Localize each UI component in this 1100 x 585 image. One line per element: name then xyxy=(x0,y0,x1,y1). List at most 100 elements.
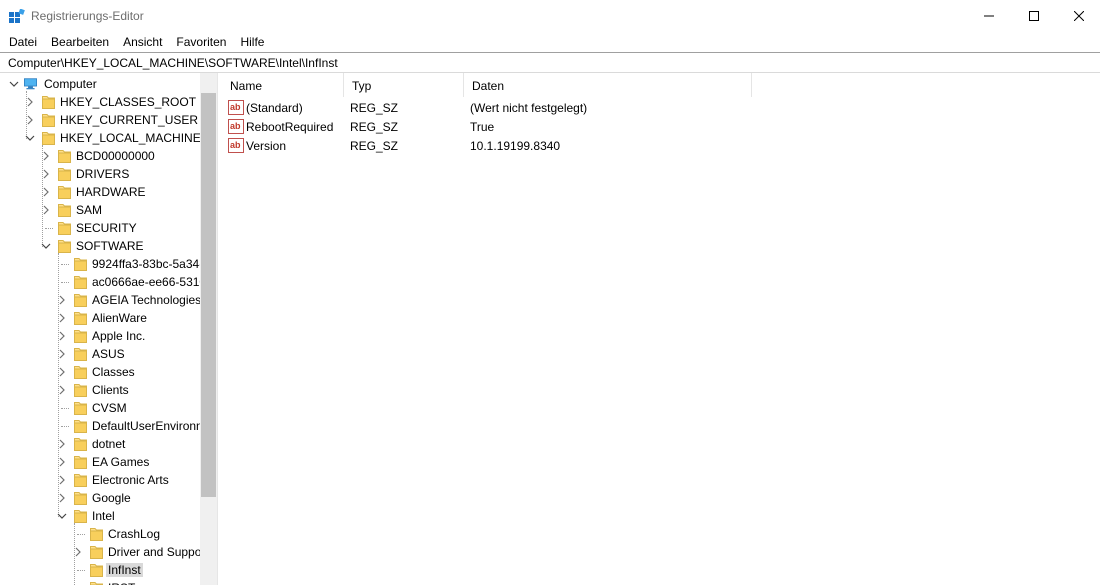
minimize-button[interactable] xyxy=(966,0,1012,32)
chevron-right-icon[interactable] xyxy=(41,169,51,179)
menu-bar: Datei Bearbeiten Ansicht Favoriten Hilfe xyxy=(0,32,1100,52)
tree-item[interactable]: HKEY_LOCAL_MACHINE xyxy=(0,129,200,147)
chevron-right-icon[interactable] xyxy=(57,439,67,449)
menu-datei[interactable]: Datei xyxy=(2,32,44,52)
tree-item[interactable]: DRIVERS xyxy=(0,165,200,183)
folder-icon xyxy=(74,492,87,505)
tree-scrollbar[interactable] xyxy=(200,73,217,585)
string-value-icon: ab xyxy=(228,100,244,115)
folder-icon xyxy=(74,420,87,433)
folder-icon xyxy=(58,186,71,199)
tree-item-label: HKEY_LOCAL_MACHINE xyxy=(60,131,200,145)
tree-item[interactable]: SOFTWARE xyxy=(0,237,200,255)
tree-item[interactable]: AGEIA Technologies xyxy=(0,291,200,309)
tree-item-label: Clients xyxy=(92,383,129,397)
chevron-down-icon[interactable] xyxy=(9,79,19,89)
tree-item[interactable]: ASUS xyxy=(0,345,200,363)
tree-item[interactable]: InfInst xyxy=(0,561,200,579)
tree-item[interactable]: DefaultUserEnvironn xyxy=(0,417,200,435)
close-button[interactable] xyxy=(1056,0,1100,32)
chevron-right-icon[interactable] xyxy=(57,295,67,305)
chevron-right-icon[interactable] xyxy=(57,475,67,485)
chevron-right-icon[interactable] xyxy=(57,493,67,503)
value-type: REG_SZ xyxy=(350,139,399,153)
tree-item[interactable]: HKEY_CURRENT_USER xyxy=(0,111,200,129)
chevron-right-icon[interactable] xyxy=(41,205,51,215)
chevron-right-icon[interactable] xyxy=(41,151,51,161)
tree-item[interactable]: Electronic Arts xyxy=(0,471,200,489)
menu-hilfe[interactable]: Hilfe xyxy=(233,32,271,52)
tree-item-label: Apple Inc. xyxy=(92,329,146,343)
tree-item[interactable]: Computer xyxy=(0,75,200,93)
tree-item[interactable]: dotnet xyxy=(0,435,200,453)
chevron-down-icon[interactable] xyxy=(57,511,67,521)
tree-item[interactable]: Intel xyxy=(0,507,200,525)
tree-scrollbar-thumb[interactable] xyxy=(201,93,216,497)
folder-icon xyxy=(74,276,87,289)
chevron-down-icon[interactable] xyxy=(41,241,51,251)
folder-icon xyxy=(58,204,71,217)
tree-item[interactable]: HKEY_CLASSES_ROOT xyxy=(0,93,200,111)
column-header-type[interactable]: Typ xyxy=(344,73,464,97)
chevron-right-icon[interactable] xyxy=(57,457,67,467)
value-row[interactable]: ab RebootRequired REG_SZ True xyxy=(222,117,752,136)
chevron-down-icon[interactable] xyxy=(25,133,35,143)
tree-item[interactable]: Google xyxy=(0,489,200,507)
tree-item[interactable]: CVSM xyxy=(0,399,200,417)
tree-item[interactable]: Apple Inc. xyxy=(0,327,200,345)
address-bar[interactable]: Computer\HKEY_LOCAL_MACHINE\SOFTWARE\Int… xyxy=(0,52,1100,73)
tree-item[interactable]: Clients xyxy=(0,381,200,399)
tree-item[interactable]: AlienWare xyxy=(0,309,200,327)
folder-icon xyxy=(90,582,103,585)
tree-item[interactable]: HARDWARE xyxy=(0,183,200,201)
column-header-data[interactable]: Daten xyxy=(464,73,752,97)
maximize-button[interactable] xyxy=(1011,0,1057,32)
chevron-right-icon[interactable] xyxy=(57,331,67,341)
window-title: Registrierungs-Editor xyxy=(31,9,144,23)
tree-item[interactable]: ac0666ae-ee66-5310 xyxy=(0,273,200,291)
folder-icon xyxy=(74,366,87,379)
tree-item-label: Classes xyxy=(92,365,135,379)
menu-ansicht[interactable]: Ansicht xyxy=(116,32,169,52)
tree-item[interactable]: BCD00000000 xyxy=(0,147,200,165)
folder-icon xyxy=(74,312,87,325)
chevron-right-icon[interactable] xyxy=(25,97,35,107)
tree-item[interactable]: IRST xyxy=(0,579,200,585)
folder-icon xyxy=(42,96,55,109)
tree-connector xyxy=(77,570,85,571)
value-type: REG_SZ xyxy=(350,101,399,115)
key-tree[interactable]: Computer HKEY_CLASSES_ROOT HKEY_CURRENT_US… xyxy=(0,73,217,585)
tree-item[interactable]: EA Games xyxy=(0,453,200,471)
tree-item[interactable]: Classes xyxy=(0,363,200,381)
chevron-right-icon[interactable] xyxy=(57,367,67,377)
maximize-icon xyxy=(1029,11,1039,21)
svg-text:ab: ab xyxy=(230,102,241,112)
tree-item-label: HKEY_CLASSES_ROOT xyxy=(60,95,197,109)
tree-item-label: ac0666ae-ee66-5310 xyxy=(92,275,200,289)
folder-icon xyxy=(58,150,71,163)
chevron-right-icon[interactable] xyxy=(57,313,67,323)
tree-item[interactable]: SAM xyxy=(0,201,200,219)
folder-icon xyxy=(58,168,71,181)
tree-item[interactable]: SECURITY xyxy=(0,219,200,237)
menu-favoriten[interactable]: Favoriten xyxy=(169,32,233,52)
value-row[interactable]: ab Version REG_SZ 10.1.19199.8340 xyxy=(222,136,752,155)
tree-connector xyxy=(61,282,69,283)
tree-item[interactable]: 9924ffa3-83bc-5a34- xyxy=(0,255,200,273)
registry-editor-icon xyxy=(9,9,25,23)
folder-icon xyxy=(90,564,103,577)
tree-item-label: SAM xyxy=(76,203,103,217)
tree-item[interactable]: CrashLog xyxy=(0,525,200,543)
chevron-right-icon[interactable] xyxy=(73,547,83,557)
chevron-right-icon[interactable] xyxy=(25,115,35,125)
value-row[interactable]: ab (Standard) REG_SZ (Wert nicht festgelegt… xyxy=(222,98,752,117)
chevron-right-icon[interactable] xyxy=(57,385,67,395)
value-name: (Standard) xyxy=(246,101,303,115)
values-list[interactable]: Name Typ Daten ab (Standard) REG_SZ (Wert n… xyxy=(222,73,1100,585)
value-data: (Wert nicht festgelegt) xyxy=(470,101,588,115)
chevron-right-icon[interactable] xyxy=(41,187,51,197)
chevron-right-icon[interactable] xyxy=(57,349,67,359)
menu-bearbeiten[interactable]: Bearbeiten xyxy=(44,32,116,52)
column-header-name[interactable]: Name xyxy=(222,73,344,97)
tree-item[interactable]: Driver and Suppo xyxy=(0,543,200,561)
